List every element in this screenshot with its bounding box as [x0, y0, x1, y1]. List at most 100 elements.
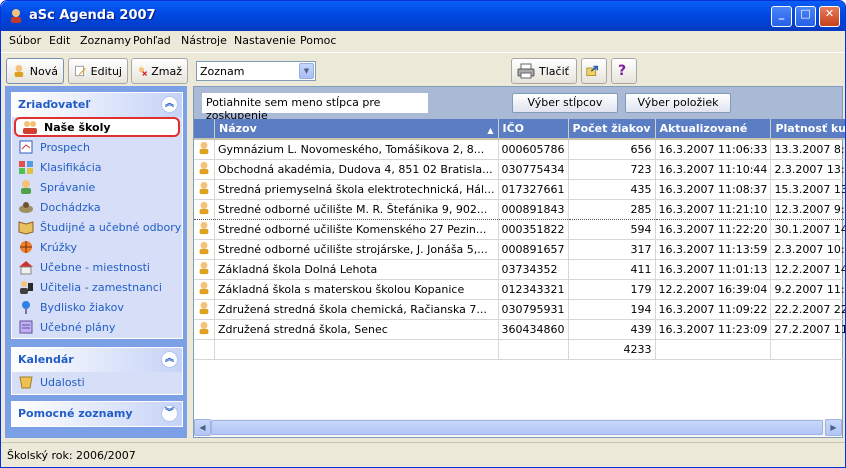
cell-nazov[interactable]: Základná škola s materskou školou Kopani… — [214, 279, 499, 300]
cell-platnost[interactable]: 13.3.2007 8:50:10 — [770, 139, 845, 160]
chevron-down-icon[interactable]: ▼ — [299, 63, 314, 79]
table-row[interactable]: Obchodná akadémia, Dudova 4, 851 02 Brat… — [194, 159, 845, 180]
cell-ico[interactable]: 03734352 — [498, 259, 569, 280]
cell-pocet-ziakov[interactable]: 723 — [568, 159, 656, 180]
header-pocet-ziakov[interactable]: Počet žiakov — [568, 119, 656, 140]
cell-aktualizovane[interactable]: 16.3.2007 11:23:09 — [655, 319, 772, 340]
sidebar-item-prospech[interactable]: Prospech — [12, 137, 182, 157]
help-button[interactable]: ? — [611, 58, 637, 84]
cell-platnost[interactable]: 2.3.2007 13:27:43 — [770, 159, 845, 180]
menu-subor[interactable]: Súbor — [9, 34, 41, 47]
cell-aktualizovane[interactable]: 16.3.2007 11:22:20 — [655, 219, 772, 240]
table-row[interactable]: Stredné odborné učilište M. R. Štefánika… — [194, 198, 845, 220]
export-button[interactable] — [581, 58, 607, 84]
menu-nastroje[interactable]: Nástroje — [181, 34, 227, 47]
cell-ico[interactable]: 360434860 — [498, 319, 569, 340]
menu-zoznamy[interactable]: Zoznamy — [80, 34, 131, 47]
sidebar-item-kruzky[interactable]: Krúžky — [12, 237, 182, 257]
minimize-button[interactable]: _ — [771, 6, 792, 27]
table-row[interactable]: Združená stredná škola chemická, Račians… — [194, 299, 845, 320]
cell-platnost[interactable]: 12.2.2007 14:33:27 — [770, 259, 845, 280]
new-button[interactable]: Nová — [6, 58, 64, 84]
scroll-thumb[interactable] — [211, 420, 823, 435]
sidebar-item-udalosti[interactable]: Udalosti — [12, 372, 182, 392]
table-row[interactable]: Stredná priemyselná škola elektrotechnic… — [194, 179, 845, 200]
menu-pohlad[interactable]: Pohľad — [133, 34, 171, 47]
cell-ico[interactable]: 017327661 — [498, 179, 569, 200]
cell-platnost[interactable]: 15.3.2007 13:05:18 — [770, 179, 845, 200]
sidebar-item-nase-skoly[interactable]: Naše školy — [14, 117, 180, 137]
close-button[interactable]: ✕ — [819, 6, 840, 27]
cell-ico[interactable]: 000891657 — [498, 239, 569, 260]
cell-aktualizovane[interactable]: 12.2.2007 16:39:04 — [655, 279, 772, 300]
cell-ico[interactable]: 000891843 — [498, 198, 569, 220]
title-bar[interactable]: aSc Agenda 2007 _ □ ✕ — [1, 1, 845, 31]
edit-button[interactable]: Edituj — [68, 58, 128, 84]
cell-platnost[interactable]: 22.2.2007 22:47:49 — [770, 299, 845, 320]
scroll-right-icon[interactable]: ▶ — [825, 419, 842, 436]
cell-pocet-ziakov[interactable]: 435 — [568, 179, 656, 200]
cell-pocet-ziakov[interactable]: 439 — [568, 319, 656, 340]
table-row[interactable]: Stredné odborné učilište strojárske, J. … — [194, 239, 845, 260]
header-aktualizovane[interactable]: Aktualizované — [655, 119, 772, 140]
sidebar-item-dochadzka[interactable]: Dochádzka — [12, 197, 182, 217]
sidebar-item-ucitelia[interactable]: Učitelia - zamestnanci — [12, 277, 182, 297]
menu-nastavenie[interactable]: Nastavenie — [234, 34, 296, 47]
sidebar-item-bydlisko[interactable]: Bydlisko žiakov — [12, 297, 182, 317]
table-row[interactable]: Základná škola s materskou školou Kopani… — [194, 279, 845, 300]
cell-aktualizovane[interactable]: 16.3.2007 11:09:22 — [655, 299, 772, 320]
table-row[interactable]: Združená stredná škola, Senec 360434860 43… — [194, 319, 845, 340]
cell-aktualizovane[interactable]: 16.3.2007 11:08:37 — [655, 179, 772, 200]
cell-pocet-ziakov[interactable]: 194 — [568, 299, 656, 320]
sidebar-item-studijne-odbory[interactable]: Študijné a učebné odbory — [12, 217, 182, 237]
cell-platnost[interactable]: 9.2.2007 11:24:11 — [770, 279, 845, 300]
cell-pocet-ziakov[interactable]: 594 — [568, 219, 656, 240]
cell-nazov[interactable]: Gymnázium L. Novomeského, Tomášikova 2, … — [214, 139, 499, 160]
menu-edit[interactable]: Edit — [49, 34, 70, 47]
cell-aktualizovane[interactable]: 16.3.2007 11:13:59 — [655, 239, 772, 260]
cell-nazov[interactable]: Združená stredná škola chemická, Račians… — [214, 299, 499, 320]
cell-aktualizovane[interactable]: 16.3.2007 11:06:33 — [655, 139, 772, 160]
menu-pomoc[interactable]: Pomoc — [300, 34, 336, 47]
cell-pocet-ziakov[interactable]: 656 — [568, 139, 656, 160]
cell-pocet-ziakov[interactable]: 285 — [568, 198, 656, 220]
header-nazov[interactable]: Názov ▲ — [214, 119, 499, 140]
sidebar-item-ucebne-plany[interactable]: Učebné plány — [12, 317, 182, 337]
cell-nazov[interactable]: Združená stredná škola, Senec — [214, 319, 499, 340]
delete-button[interactable]: Zmaž — [131, 58, 188, 84]
chevron-down-icon[interactable]: ︾ — [161, 405, 178, 422]
horizontal-scrollbar[interactable]: ◀ ▶ — [194, 419, 842, 436]
panel-header[interactable]: Pomocné zoznamy ︾ — [12, 402, 182, 426]
cell-pocet-ziakov[interactable]: 411 — [568, 259, 656, 280]
cell-pocet-ziakov[interactable]: 317 — [568, 239, 656, 260]
panel-header[interactable]: Kalendár ︽ — [12, 348, 182, 372]
view-select[interactable]: Zoznam ▼ — [196, 61, 316, 81]
cell-pocet-ziakov[interactable]: 179 — [568, 279, 656, 300]
chevron-up-icon[interactable]: ︽ — [161, 351, 178, 368]
cell-platnost[interactable]: 27.2.2007 11:00:09 — [770, 319, 845, 340]
cell-ico[interactable]: 030795931 — [498, 299, 569, 320]
cell-nazov[interactable]: Stredná priemyselná škola elektrotechnic… — [214, 179, 499, 200]
chevron-up-icon[interactable]: ︽ — [161, 96, 178, 113]
cell-ico[interactable]: 000605786 — [498, 139, 569, 160]
group-by-area[interactable]: Potiahnite sem meno stĺpca pre zoskupeni… — [194, 87, 842, 122]
cell-ico[interactable]: 000351822 — [498, 219, 569, 240]
print-button[interactable]: Tlačiť — [511, 58, 577, 84]
sidebar-item-spravanie[interactable]: Správanie — [12, 177, 182, 197]
header-ico[interactable]: IČO — [498, 119, 569, 140]
sidebar-item-ucebne[interactable]: Učebne - miestnosti — [12, 257, 182, 277]
table-row[interactable]: Základná škola Dolná Lehota 03734352 411 16… — [194, 259, 845, 280]
cell-ico[interactable]: 012343321 — [498, 279, 569, 300]
panel-header[interactable]: Zriaďovateľ ︽ — [12, 93, 182, 117]
cell-aktualizovane[interactable]: 16.3.2007 11:10:44 — [655, 159, 772, 180]
cell-nazov[interactable]: Stredné odborné učilište strojárske, J. … — [214, 239, 499, 260]
cell-ico[interactable]: 030775434 — [498, 159, 569, 180]
sidebar-item-klasifikacia[interactable]: Klasifikácia — [12, 157, 182, 177]
maximize-button[interactable]: □ — [795, 6, 816, 27]
cell-nazov[interactable]: Základná škola Dolná Lehota — [214, 259, 499, 280]
table-row[interactable]: Stredné odborné učilište Komenského 27 P… — [194, 219, 845, 240]
cell-aktualizovane[interactable]: 16.3.2007 11:01:13 — [655, 259, 772, 280]
table-row[interactable]: Gymnázium L. Novomeského, Tomášikova 2, … — [194, 139, 845, 160]
header-platnost[interactable]: Platnosť ku dňu — [770, 119, 845, 140]
cell-nazov[interactable]: Stredné odborné učilište M. R. Štefánika… — [214, 198, 499, 220]
